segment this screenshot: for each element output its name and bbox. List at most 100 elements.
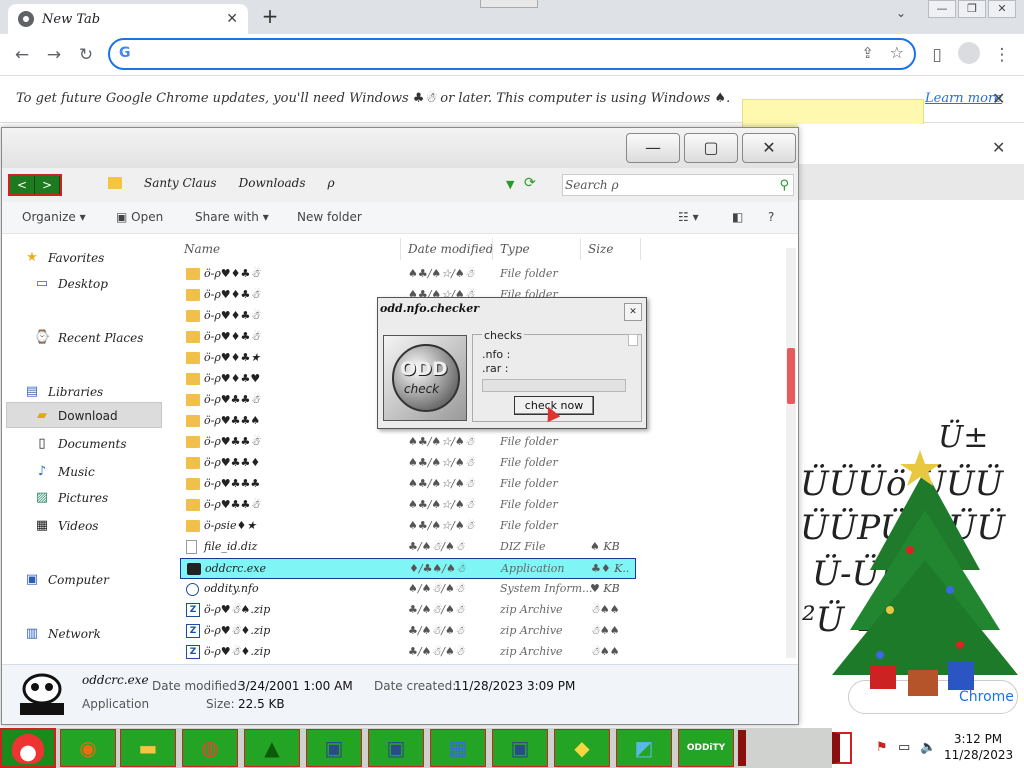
column-header-type[interactable]: Type	[500, 242, 530, 256]
address-input[interactable]	[142, 44, 842, 64]
file-row[interactable]: ö-ρ♥♦♣☃ ♠♣/♠☆/♠☃ File folder	[180, 264, 636, 285]
bookmark-star-icon[interactable]: ☆	[890, 43, 904, 62]
file-row[interactable]: ö-ρ♥♣♣♣ ♠♣/♠☆/♠☃ File folder	[180, 474, 636, 495]
forward-arrow-icon[interactable]: →	[42, 43, 66, 67]
nav-music[interactable]: ♪ Music	[34, 462, 95, 482]
nav-download[interactable]: ▰ Download	[34, 406, 118, 426]
taskbar-program-1[interactable]: ▣	[306, 729, 362, 767]
explorer-search-input[interactable]: Search ρ ⚲	[562, 174, 794, 196]
tab-close-icon[interactable]: ✕	[226, 11, 238, 27]
file-date-modified: ♣/♠☃/♠☃	[408, 540, 465, 553]
explorer-minimize-icon[interactable]: —	[626, 133, 680, 163]
file-row[interactable]: ö-ρ♥♣♣☃ ♠♣/♠☆/♠☃ File folder	[180, 495, 636, 516]
breadcrumb-item-downloads[interactable]: Downloads	[239, 176, 306, 190]
file-row[interactable]: ö-ρ♥♣♣♦ ♠♣/♠☆/♠☃ File folder	[180, 453, 636, 474]
menu-kebab-icon[interactable]: ⋮	[990, 43, 1014, 67]
nav-network[interactable]: ▥ Network	[24, 624, 101, 644]
file-row[interactable]: ö-ρ♥♣♣☃ ♠♣/♠☆/♠☃ File folder	[180, 432, 636, 453]
explorer-forward-button[interactable]: >	[35, 176, 60, 194]
file-row[interactable]: Zö-ρ♥☃♦.zip ♣/♠☃/♠☃ zip Archive ☃♠♠	[180, 621, 636, 642]
reload-icon[interactable]: ↻	[74, 43, 98, 67]
clock-date[interactable]: 11/28/2023	[944, 748, 1013, 762]
explorer-close-icon[interactable]: ✕	[742, 133, 796, 163]
tray-tab[interactable]	[832, 732, 852, 764]
column-header-name[interactable]: Name	[184, 242, 220, 256]
action-center-icon[interactable]: ⚑	[876, 740, 888, 755]
taskbar-tree-app[interactable]: ▲	[244, 729, 300, 767]
nav-videos[interactable]: ▦ Videos	[34, 516, 99, 536]
new-tab-button[interactable]: +	[258, 4, 282, 28]
network-tray-icon[interactable]: ▭	[898, 740, 910, 755]
nav-computer[interactable]: ▣ Computer	[24, 570, 109, 590]
file-type: File folder	[500, 477, 558, 490]
refresh-icon[interactable]: ⟳	[524, 175, 536, 191]
taskbar-chrome[interactable]: ◍	[182, 729, 238, 767]
taskbar-explorer[interactable]: ▬	[120, 729, 176, 767]
restore-icon[interactable]: ❐	[958, 0, 986, 18]
minimize-icon[interactable]: —	[928, 0, 956, 18]
tab-search-chevron-icon[interactable]: ⌄	[896, 6, 906, 20]
clock-time[interactable]: 3:12 PM	[946, 732, 1010, 746]
help-icon[interactable]: ?	[768, 210, 774, 224]
organize-button[interactable]: Organize ▾	[22, 210, 86, 224]
videos-icon: ▦	[35, 518, 49, 533]
new-folder-button[interactable]: New folder	[297, 210, 362, 224]
computer-disk-icon: ▣	[386, 736, 406, 760]
nav-pictures[interactable]: ▨ Pictures	[34, 488, 108, 508]
nav-desktop[interactable]: ▭ Desktop	[34, 274, 108, 294]
file-row[interactable]: file_id.diz ♣/♠☃/♠☃ DIZ File ♠ KB	[180, 537, 636, 558]
scrollbar-thumb[interactable]	[787, 348, 795, 404]
file-row[interactable]: Zö-ρ♥☃♠.zip ♣/♠☃/♠☃ zip Archive ☃♠♠	[180, 600, 636, 621]
breadcrumb-item-santy-claus[interactable]: Santy Claus	[144, 176, 217, 190]
omnibox[interactable]: G ⇪ ☆	[108, 38, 916, 70]
tab-new-tab[interactable]: New Tab ✕	[8, 4, 248, 34]
nav-documents[interactable]: ▯ Documents	[34, 434, 126, 454]
explorer-maximize-icon[interactable]: ▢	[684, 133, 738, 163]
search-icon[interactable]: ⚲	[779, 176, 789, 196]
view-options-icon[interactable]: ☷ ▾	[678, 210, 699, 224]
command-bar: Organize ▾ ▣ Open Share with ▾ New folde…	[2, 202, 798, 234]
file-name: ö-ρ♥♦♣☃	[204, 309, 261, 322]
google-g-icon: G	[119, 45, 131, 61]
taskbar-oddity[interactable]: ODDiTY	[678, 729, 734, 767]
nfo-checker-dialog: odd.nfo.checker ✕ ODD check checks .nfo …	[377, 297, 647, 429]
nav-favorites[interactable]: ★ Favorites	[24, 248, 104, 268]
share-with-button[interactable]: Share with ▾	[195, 210, 269, 224]
preview-pane-icon[interactable]: ◧	[732, 210, 743, 224]
nav-pictures-label: Pictures	[58, 491, 109, 505]
column-header-date-modified[interactable]: Date modified	[408, 242, 493, 256]
file-row[interactable]: oddcrc.exe ♦/♣♠/♠☃ Application ♣♦ K..	[180, 558, 636, 579]
infobar-close-icon[interactable]: ✕	[992, 89, 1005, 108]
taskbar-program-4[interactable]: ▣	[492, 729, 548, 767]
checks-scrollbar[interactable]	[628, 334, 638, 346]
dialog-close-icon[interactable]: ✕	[624, 303, 642, 321]
address-dropdown-icon[interactable]: ▼	[506, 178, 514, 191]
column-header-size[interactable]: Size	[588, 242, 613, 256]
file-list-scrollbar[interactable]	[786, 248, 796, 658]
taskbar-program-3[interactable]: ▦	[430, 729, 486, 767]
share-with-label: Share with	[195, 210, 259, 224]
open-button[interactable]: ▣ Open	[116, 210, 163, 224]
file-row[interactable]: oddity.nfo ♠/♠☃/♠☃ System Inform... ♥ KB	[180, 579, 636, 600]
chrome-tab-strip: New Tab ✕ + ⌄ — ❐ ✕	[0, 0, 1024, 34]
side-panel-icon[interactable]: ▯	[925, 43, 949, 67]
music-icon: ♪	[37, 464, 47, 479]
learn-more-link[interactable]: Learn more	[925, 91, 1002, 106]
taskbar-firefox[interactable]: ◉	[60, 729, 116, 767]
breadcrumb-item-rho[interactable]: ρ	[328, 176, 335, 190]
taskbar-program-6[interactable]: ◩	[616, 729, 672, 767]
explorer-back-button[interactable]: <	[10, 176, 35, 194]
nav-recent-places[interactable]: ⌚ Recent Places	[34, 328, 143, 348]
file-row[interactable]: Zö-ρ♥☃♦.zip ♣/♠☃/♠☃ zip Archive ☃♠♠	[180, 642, 636, 663]
share-icon[interactable]: ⇪	[861, 44, 874, 62]
file-row[interactable]: ö-ρsie♦★ ♠♣/♠☆/♠☃ File folder	[180, 516, 636, 537]
background-close-icon[interactable]: ✕	[992, 138, 1005, 157]
taskbar-program-2[interactable]: ▣	[368, 729, 424, 767]
volume-icon[interactable]: 🔈	[920, 740, 936, 755]
taskbar-program-5[interactable]: ◆	[554, 729, 610, 767]
close-icon[interactable]: ✕	[988, 0, 1016, 18]
start-button[interactable]	[0, 728, 56, 768]
nav-libraries[interactable]: ▤ Libraries	[24, 382, 103, 402]
back-arrow-icon[interactable]: ←	[10, 43, 34, 67]
profile-avatar-icon[interactable]	[958, 42, 980, 64]
